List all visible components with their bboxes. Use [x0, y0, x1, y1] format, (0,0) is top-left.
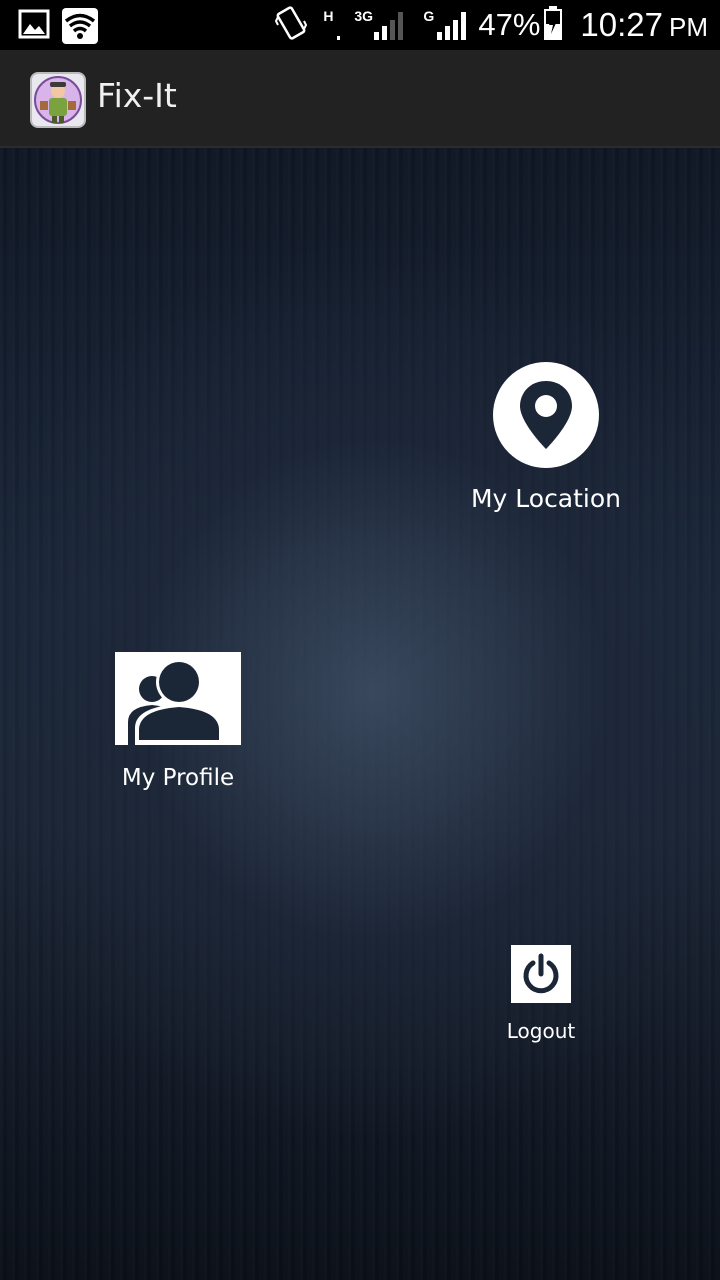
network-3g-label: 3G [354, 8, 374, 24]
power-icon [511, 945, 571, 1003]
vibrate-icon [275, 5, 308, 46]
my-location-button[interactable]: My Location [466, 362, 626, 513]
clock-time: 10:27 [580, 6, 663, 43]
my-profile-label: My Profile [121, 765, 235, 791]
notification-area [18, 8, 98, 48]
network-type-label: H [323, 8, 334, 24]
app-screen: H 3G G 47% 10:27 PM Fix-It My Location M… [0, 0, 720, 1280]
signal-icon: H [323, 8, 341, 40]
signal-3g-icon: 3G [354, 8, 404, 40]
image-icon [18, 8, 50, 48]
my-location-label: My Location [470, 484, 622, 513]
action-bar: Fix-It [0, 50, 720, 148]
battery-charging-icon [544, 5, 563, 45]
clock: 10:27 PM [580, 6, 708, 44]
app-title: Fix-It [97, 76, 177, 115]
clock-ampm: PM [669, 12, 708, 42]
wifi-icon [62, 8, 98, 48]
app-logo-icon[interactable] [30, 72, 86, 128]
location-pin-icon [493, 362, 599, 468]
network-g-label: G [423, 8, 435, 24]
dashboard: My Location My Profile Logout [0, 148, 720, 1280]
system-status: H 3G G 47% 10:27 PM [275, 0, 708, 50]
my-profile-button[interactable]: My Profile [110, 652, 246, 791]
status-bar: H 3G G 47% 10:27 PM [0, 0, 720, 50]
logout-label: Logout [506, 1019, 576, 1043]
logout-button[interactable]: Logout [498, 945, 584, 1043]
signal-g-icon: G [423, 8, 467, 40]
users-icon [115, 652, 241, 745]
battery-percent: 47% [478, 7, 541, 42]
